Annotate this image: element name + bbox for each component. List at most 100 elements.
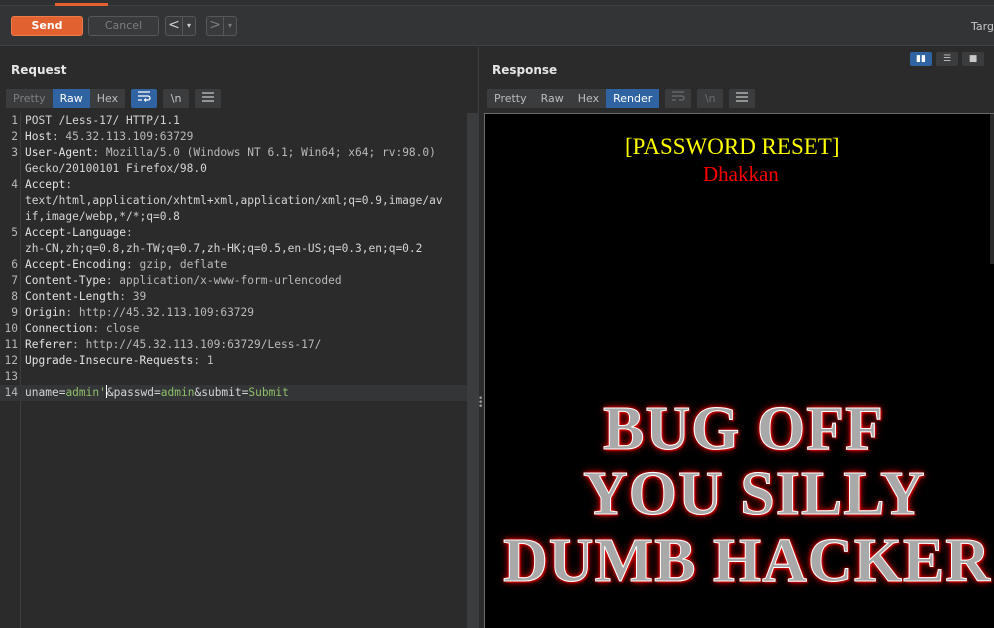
request-text[interactable]: POST /Less-17/ HTTP/1.1 <box>25 113 180 129</box>
line-number: 10 <box>4 322 18 335</box>
header-value: : close <box>92 322 140 335</box>
request-tab-pretty[interactable]: Pretty <box>6 89 53 108</box>
header-line[interactable]: User-Agent: Mozilla/5.0 (Windows NT 6.1;… <box>25 145 436 161</box>
side-by-side-layout-icon[interactable]: ▮▮ <box>910 52 932 66</box>
request-line[interactable]: text/html,application/xhtml+xml,applicat… <box>0 193 467 209</box>
request-line[interactable]: zh-CN,zh;q=0.8,zh-TW;q=0.7,zh-HK;q=0.5,e… <box>0 241 467 257</box>
menu-icon[interactable] <box>729 89 756 108</box>
header-line[interactable]: Upgrade-Insecure-Requests: 1 <box>25 353 214 369</box>
request-line[interactable]: 3 User-Agent: Mozilla/5.0 (Windows NT 6.1… <box>0 145 467 161</box>
header-name: Origin <box>25 306 66 319</box>
request-line[interactable]: 12 Upgrade-Insecure-Requests: 1 <box>0 353 467 369</box>
request-pane: Request Pretty Raw Hex \n 1 POST /Less-17… <box>0 47 478 628</box>
header-name: User-Agent <box>25 146 93 159</box>
request-line[interactable]: 13 <box>0 369 467 385</box>
menu-icon[interactable] <box>195 89 222 108</box>
request-title: Request <box>11 63 67 77</box>
line-number: 7 <box>11 274 18 287</box>
newline-toggle-icon[interactable]: \n <box>163 89 190 108</box>
header-line[interactable]: Connection: close <box>25 321 140 337</box>
cancel-button[interactable]: Cancel <box>88 16 159 36</box>
render-heading: [PASSWORD RESET] <box>625 134 840 159</box>
header-value: : Mozilla/5.0 (Windows NT 6.1; Win64; x6… <box>92 146 436 159</box>
forward-dropdown-icon[interactable]: ▾ <box>223 17 236 35</box>
back-arrow-icon[interactable]: < <box>166 17 182 35</box>
response-view-tabs: Pretty Raw Hex Render \n <box>487 89 756 108</box>
header-value: : 45.32.113.109:63729 <box>51 130 194 143</box>
line-number: 4 <box>11 178 18 191</box>
header-line[interactable]: Accept-Language: <box>25 225 133 241</box>
line-number: 11 <box>4 338 18 351</box>
request-text[interactable]: zh-CN,zh;q=0.8,zh-TW;q=0.7,zh-HK;q=0.5,e… <box>25 241 422 257</box>
forward-arrow-icon[interactable]: > <box>207 17 223 35</box>
header-line[interactable]: Accept: <box>25 177 72 193</box>
header-name: Host <box>25 130 52 143</box>
response-tab-render[interactable]: Render <box>606 89 660 108</box>
header-name: Upgrade-Insecure-Requests <box>25 354 194 367</box>
line-number: 2 <box>11 130 18 143</box>
response-tab-raw[interactable]: Raw <box>533 89 571 108</box>
header-line[interactable]: Content-Length: 39 <box>25 289 146 305</box>
request-line[interactable]: 6 Accept-Encoding: gzip, deflate <box>0 257 467 273</box>
line-number: 1 <box>11 114 18 127</box>
target-label[interactable]: Targ <box>971 20 994 33</box>
response-tab-hex[interactable]: Hex <box>570 89 607 108</box>
request-scrollbar[interactable] <box>467 113 478 628</box>
header-line[interactable]: Accept-Encoding: gzip, deflate <box>25 257 227 273</box>
line-number: 13 <box>4 370 18 383</box>
line-number: 9 <box>11 306 18 319</box>
header-line[interactable]: Host: 45.32.113.109:63729 <box>25 129 193 145</box>
render-scrollbar[interactable] <box>990 114 994 264</box>
request-line[interactable]: 4 Accept: <box>0 177 467 193</box>
newline-toggle-icon: \n <box>697 89 724 108</box>
response-tab-pretty[interactable]: Pretty <box>487 89 534 108</box>
banner-line-1: BUG OFF <box>603 395 884 464</box>
line-number: 6 <box>11 258 18 271</box>
request-line[interactable]: Gecko/20100101 Firefox/98.0 <box>0 161 467 177</box>
header-value: : gzip, deflate <box>126 258 228 271</box>
wrap-lines-icon[interactable] <box>131 89 158 108</box>
send-button[interactable]: Send <box>11 16 83 36</box>
header-line[interactable]: Referer: http://45.32.113.109:63729/Less… <box>25 337 321 353</box>
history-back-group: < ▾ <box>165 16 196 36</box>
request-line[interactable]: 10 Connection: close <box>0 321 467 337</box>
rendered-response: [PASSWORD RESET] Dhakkan BUG OFF YOU SIL… <box>484 113 994 628</box>
request-line[interactable]: 5 Accept-Language: <box>0 225 467 241</box>
request-line[interactable]: if,image/webp,*/*;q=0.8 <box>0 209 467 225</box>
header-name: Accept-Encoding <box>25 258 127 271</box>
banner-line-2: YOU SILLY <box>583 460 926 529</box>
request-text[interactable]: Gecko/20100101 Firefox/98.0 <box>25 161 207 177</box>
render-subheading: Dhakkan <box>703 162 779 186</box>
header-name: Accept <box>25 178 66 191</box>
line-number: 5 <box>11 226 18 239</box>
request-text[interactable]: text/html,application/xhtml+xml,applicat… <box>25 193 443 209</box>
header-name: Accept-Language <box>25 226 127 239</box>
header-value: : 39 <box>119 290 147 303</box>
request-line[interactable]: 9 Origin: http://45.32.113.109:63729 <box>0 305 467 321</box>
request-text[interactable]: if,image/webp,*/*;q=0.8 <box>25 209 180 225</box>
history-forward-group: > ▾ <box>206 16 237 36</box>
single-pane-layout-icon[interactable]: ■ <box>962 52 984 66</box>
back-dropdown-icon[interactable]: ▾ <box>182 17 195 35</box>
toolbar: Send Cancel < ▾ > ▾ Targ <box>0 6 994 46</box>
request-line[interactable]: 11 Referer: http://45.32.113.109:63729/Le… <box>0 337 467 353</box>
request-editor[interactable]: 1 POST /Less-17/ HTTP/1.1 2 Host: 45.32.113… <box>0 113 467 628</box>
request-line[interactable]: 8 Content-Length: 39 <box>0 289 467 305</box>
line-number: 12 <box>4 354 18 367</box>
request-line[interactable]: 2 Host: 45.32.113.109:63729 <box>0 129 467 145</box>
header-line[interactable]: Origin: http://45.32.113.109:63729 <box>25 305 254 321</box>
request-tab-raw[interactable]: Raw <box>52 89 90 108</box>
header-value: : <box>65 178 73 191</box>
header-name: Content-Length <box>25 290 120 303</box>
stacked-layout-icon[interactable]: ☰ <box>936 52 958 66</box>
request-line[interactable]: 1 POST /Less-17/ HTTP/1.1 <box>0 113 467 129</box>
line-number: 14 <box>4 386 18 399</box>
header-value: : 1 <box>193 354 214 367</box>
line-number: 8 <box>11 290 18 303</box>
header-name: Referer <box>25 338 73 351</box>
request-tab-hex[interactable]: Hex <box>89 89 126 108</box>
request-line[interactable]: 7 Content-Type: application/x-www-form-ur… <box>0 273 467 289</box>
request-body-line[interactable]: 14 uname=admin'&passwd=admin&submit=Subm… <box>0 385 467 401</box>
request-body[interactable]: uname=admin'&passwd=admin&submit=Submit <box>25 385 289 401</box>
header-line[interactable]: Content-Type: application/x-www-form-url… <box>25 273 342 289</box>
